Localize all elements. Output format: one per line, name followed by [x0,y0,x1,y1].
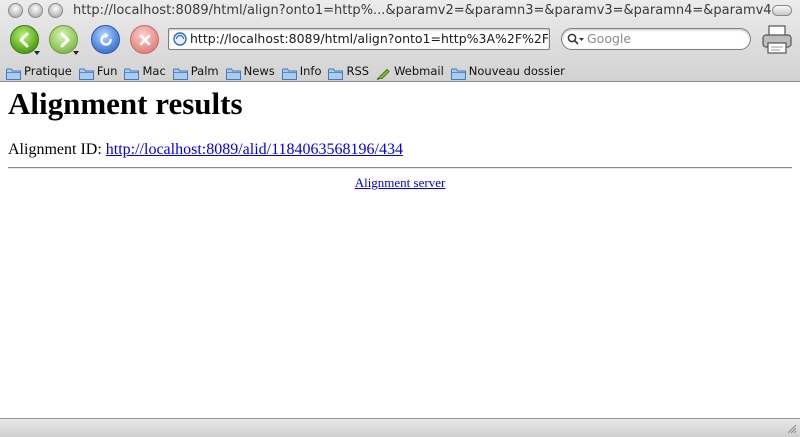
folder-icon [281,65,297,80]
bookmark-pen-icon [376,65,391,80]
bookmark-label: Info [299,63,322,78]
page-title: Alignment results [8,86,243,121]
folder-icon [6,65,21,80]
bookmark-fun[interactable]: Fun [78,62,118,80]
search-icon[interactable] [567,33,585,46]
alignment-id-line: Alignment ID: http://localhost:8089/alid… [8,140,403,160]
search-box [561,28,751,50]
bookmark-palm[interactable]: Palm [172,62,219,80]
printer-icon[interactable] [760,24,794,56]
folder-icon [172,65,188,80]
forward-button[interactable] [49,25,78,54]
forward-history-dropdown[interactable] [73,51,79,55]
status-bar [0,418,800,437]
folder-icon [450,65,466,80]
bookmark-pratique[interactable]: Pratique [6,62,72,80]
folder-icon [328,65,344,80]
folder-icon [124,65,140,80]
navigation-toolbar [0,22,800,58]
bookmark-label: Fun [96,63,118,78]
bookmark-nouveau-dossier[interactable]: Nouveau dossier [450,62,565,80]
bookmark-mac[interactable]: Mac [124,62,166,80]
bookmarks-bar: Pratique Fun Mac Palm News Info RSS Webmail Nouv… [0,60,800,81]
back-arrow-icon [19,32,28,47]
bookmark-label: News [243,63,275,78]
alignment-id-label: Alignment ID: [8,141,106,158]
reload-button[interactable] [91,25,120,54]
search-input[interactable] [587,30,745,48]
alignment-id-link[interactable]: http://localhost:8089/alid/1184063568196… [106,141,403,158]
folder-icon [78,65,94,80]
stop-button[interactable] [130,25,159,54]
bookmark-label: Webmail [394,63,444,78]
stop-x-icon [139,34,150,45]
bookmark-label: Mac [142,63,166,78]
window-title: http://localhost:8089/html/align?onto1=h… [73,3,773,18]
bookmark-label: Palm [190,63,219,78]
minimize-window-button[interactable] [28,3,43,18]
url-input[interactable] [190,30,548,48]
close-window-button[interactable] [8,3,23,18]
site-globe-icon [173,32,187,46]
forward-arrow-icon [60,32,69,47]
bookmark-news[interactable]: News [225,62,275,80]
bookmark-label: Nouveau dossier [468,63,565,78]
reload-icon [99,32,112,46]
resize-grip-icon[interactable] [786,423,797,434]
bookmark-webmail[interactable]: Webmail [376,62,444,80]
page-content: Alignment results Alignment ID: http://l… [0,82,800,418]
footer: Alignment server [0,175,800,191]
zoom-window-button[interactable] [48,3,63,18]
title-bar: http://localhost:8089/html/align?onto1=h… [0,0,800,22]
browser-chrome: http://localhost:8089/html/align?onto1=h… [0,0,800,82]
back-history-dropdown[interactable] [34,51,40,55]
bookmarks-list: Pratique Fun Mac Palm News Info RSS Webmail Nouv… [6,62,572,80]
address-bar [168,28,550,50]
folder-icon [225,65,241,80]
alignment-server-link[interactable]: Alignment server [355,175,446,190]
bookmark-info[interactable]: Info [281,62,322,80]
horizontal-divider [8,167,792,169]
bookmark-rss[interactable]: RSS [328,62,370,80]
bookmark-label: RSS [346,63,370,78]
toolbar-toggle-button[interactable] [772,5,792,16]
bookmark-label: Pratique [24,63,72,78]
back-button[interactable] [10,25,39,54]
